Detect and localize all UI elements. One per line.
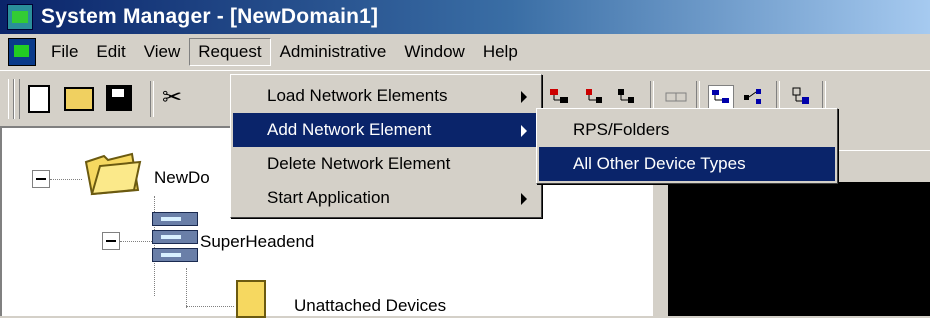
submenu-arrow-icon (521, 193, 527, 205)
tree-line (50, 179, 82, 181)
collapse-root-toggle[interactable] (32, 170, 50, 188)
title-bar[interactable]: System Manager - [NewDomain1] (0, 0, 930, 34)
tree-item-superheadend-label[interactable]: SuperHeadend (200, 232, 314, 252)
connect-tool-icon[interactable] (790, 85, 814, 109)
network-tool-icon[interactable] (548, 85, 572, 109)
open-folder-icon[interactable] (64, 87, 94, 111)
network-tool-icon-3[interactable] (616, 85, 640, 109)
menu-item-add-network-element[interactable]: Add Network Element (233, 113, 539, 147)
collapse-superheadend-toggle[interactable] (102, 232, 120, 250)
tree-line (120, 241, 152, 243)
new-file-icon[interactable] (28, 85, 50, 113)
document-system-icon[interactable] (8, 38, 36, 66)
menu-edit[interactable]: Edit (87, 38, 134, 66)
submenu-arrow-icon (521, 125, 527, 137)
save-disk-icon[interactable] (106, 85, 132, 111)
toolbar-separator (150, 81, 154, 117)
tree-item-unattached-label[interactable]: Unattached Devices (294, 296, 446, 316)
disabled-tool-icon[interactable] (664, 85, 688, 109)
folder-open-icon[interactable] (82, 150, 142, 196)
menu-item-start-application[interactable]: Start Application (233, 181, 539, 215)
menu-item-rps-folders[interactable]: RPS/Folders (539, 113, 835, 147)
menu-item-load-network-elements[interactable]: Load Network Elements (233, 79, 539, 113)
menu-item-delete-network-element[interactable]: Delete Network Element (233, 147, 539, 181)
app-icon[interactable] (7, 4, 33, 30)
add-network-element-submenu: RPS/Folders All Other Device Types (536, 108, 838, 184)
request-menu-dropdown: Load Network Elements Add Network Elemen… (230, 74, 542, 218)
network-tool-icon-2[interactable] (584, 85, 608, 109)
menu-window[interactable]: Window (395, 38, 473, 66)
menu-item-all-other-device-types[interactable]: All Other Device Types (539, 147, 835, 181)
menu-administrative[interactable]: Administrative (271, 38, 396, 66)
menu-item-label: Start Application (267, 188, 390, 207)
tree-item-root-label[interactable]: NewDo (154, 168, 210, 188)
status-display-area (668, 182, 930, 316)
submenu-arrow-icon (521, 91, 527, 103)
menu-item-label: Add Network Element (267, 120, 432, 139)
menu-view[interactable]: View (135, 38, 190, 66)
menu-request[interactable]: Request (189, 38, 271, 66)
toolbar-grip-2[interactable] (14, 79, 20, 119)
cut-scissors-icon[interactable]: ✂ (162, 83, 190, 113)
menu-bar: File Edit View Request Administrative Wi… (0, 34, 930, 70)
menu-item-label: Delete Network Element (267, 154, 451, 173)
window-title: System Manager - [NewDomain1] (41, 5, 379, 28)
menu-help[interactable]: Help (474, 38, 527, 66)
folder-icon[interactable] (236, 280, 266, 318)
menu-item-label: Load Network Elements (267, 86, 448, 105)
hierarchy-icon[interactable] (742, 85, 766, 109)
tree-line (186, 268, 188, 308)
menu-file[interactable]: File (42, 38, 87, 66)
server-stack-icon[interactable] (152, 212, 198, 266)
tree-line (186, 306, 234, 308)
